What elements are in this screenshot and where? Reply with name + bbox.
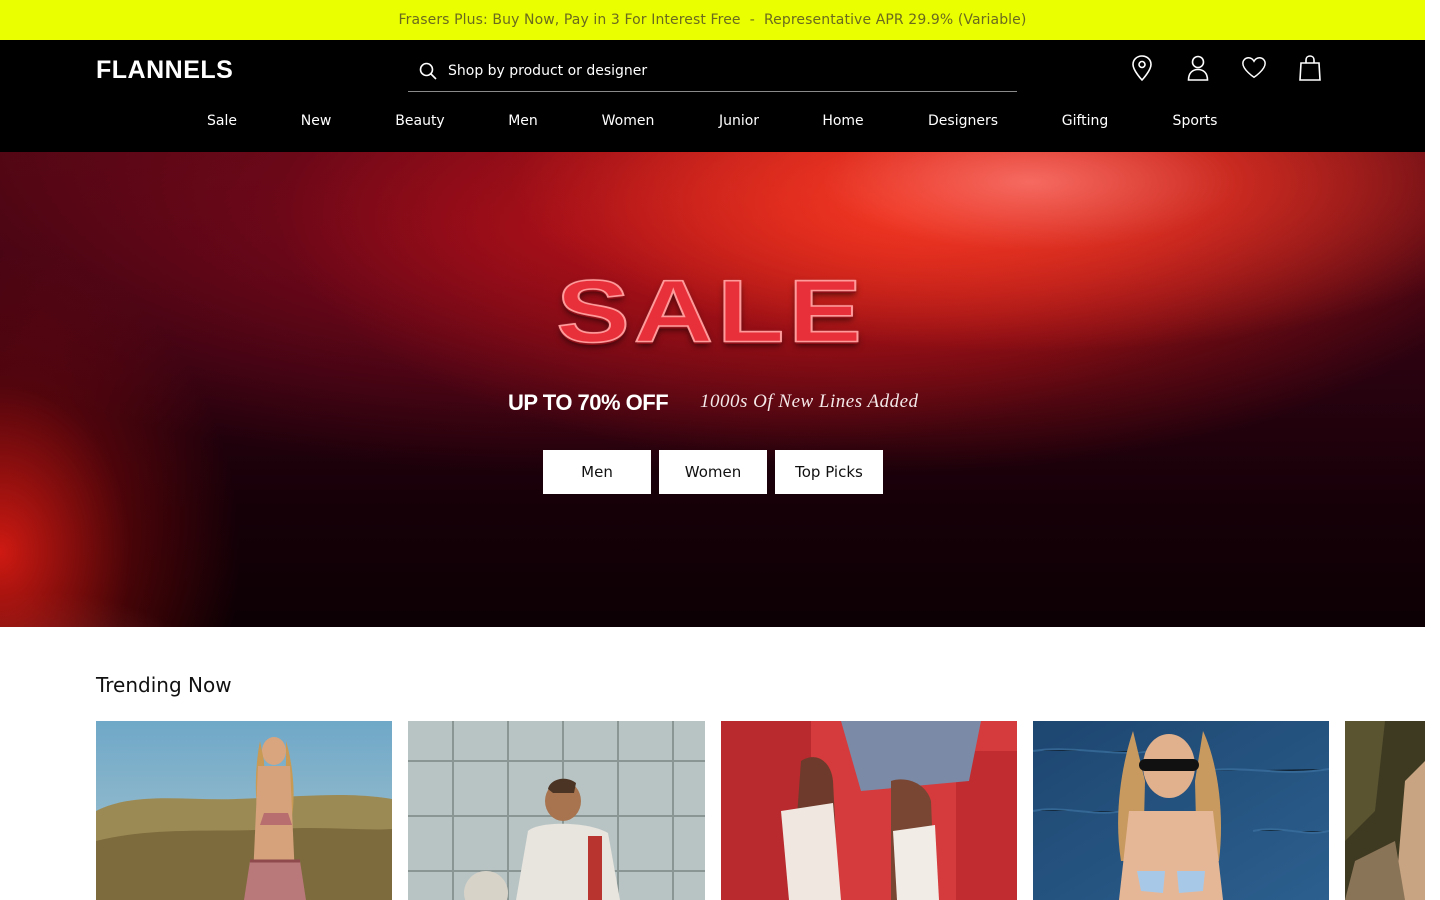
bag-icon[interactable] [1297, 54, 1323, 82]
hero-subtitle: UP TO 70% OFF [508, 390, 669, 415]
main-nav: Sale New Beauty Men Women Junior Home De… [0, 101, 1425, 141]
account-icon[interactable] [1185, 54, 1211, 82]
trending-tile-partial[interactable] [1345, 721, 1425, 900]
trending-heading: Trending Now [96, 673, 232, 697]
hero-buttons: Men Women Top Picks [543, 450, 883, 494]
trending-tile-man-jacket[interactable] [408, 721, 705, 900]
brand-logo[interactable]: FLANNELS [96, 57, 233, 83]
hero-note: 1000s Of New Lines Added [700, 391, 919, 412]
site-header: FLANNELS Shop by product or designer Sal… [0, 40, 1425, 152]
promo-banner[interactable]: Frasers Plus: Buy Now, Pay in 3 For Inte… [0, 0, 1425, 40]
hero-banner[interactable]: SALE UP TO 70% OFF 1000s Of New Lines Ad… [0, 152, 1425, 627]
nav-item-gifting[interactable]: Gifting [1062, 101, 1109, 141]
wishlist-icon[interactable] [1241, 54, 1267, 82]
promo-text[interactable]: Frasers Plus: Buy Now, Pay in 3 For Inte… [399, 12, 1027, 28]
hero-title: SALE [555, 262, 866, 361]
top-picks-button[interactable]: Top Picks [775, 450, 883, 494]
page: Frasers Plus: Buy Now, Pay in 3 For Inte… [0, 0, 1425, 900]
nav-item-new[interactable]: New [301, 101, 332, 141]
nav-item-sale[interactable]: Sale [207, 101, 237, 141]
header-icons [1129, 54, 1323, 82]
nav-item-women[interactable]: Women [602, 101, 655, 141]
shop-women-button[interactable]: Women [659, 450, 767, 494]
trending-tile-swimwear-woman[interactable] [96, 721, 392, 900]
search-icon [419, 62, 437, 80]
search-bar[interactable] [408, 50, 1017, 92]
nav-item-junior[interactable]: Junior [719, 101, 759, 141]
nav-item-sports[interactable]: Sports [1173, 101, 1218, 141]
nav-item-men[interactable]: Men [508, 101, 538, 141]
search-input[interactable] [448, 62, 988, 79]
trending-tile-socks[interactable] [721, 721, 1017, 900]
nav-item-home[interactable]: Home [822, 101, 863, 141]
nav-item-beauty[interactable]: Beauty [395, 101, 444, 141]
store-locator-icon[interactable] [1129, 54, 1155, 82]
shop-men-button[interactable]: Men [543, 450, 651, 494]
nav-item-designers[interactable]: Designers [928, 101, 998, 141]
trending-tile-bikini-boat[interactable] [1033, 721, 1329, 900]
